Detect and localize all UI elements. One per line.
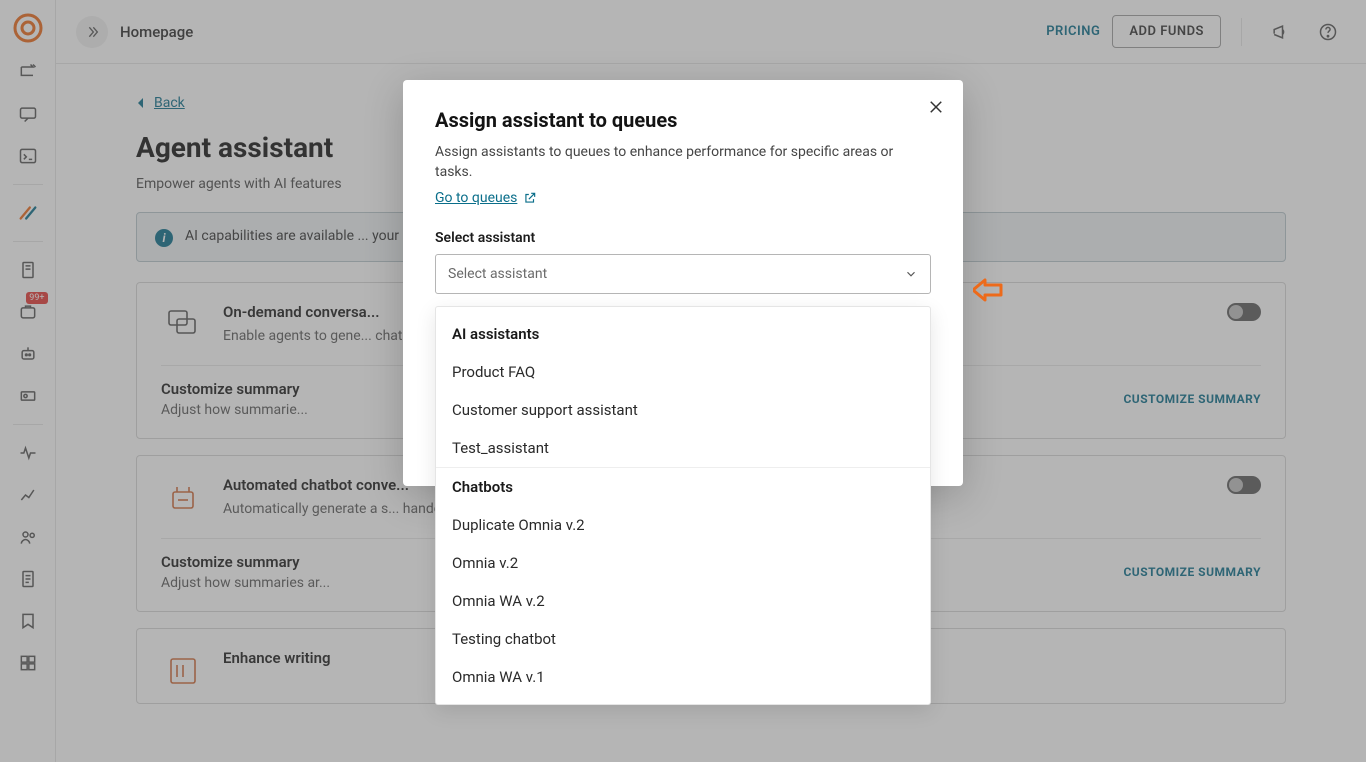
chevron-down-icon [904, 267, 918, 281]
dropdown-option[interactable]: Customer support assistant [436, 391, 930, 429]
dropdown-option[interactable]: Omnia WA v.1 [436, 658, 930, 696]
external-link-icon [523, 191, 537, 205]
select-label: Select assistant [435, 230, 931, 246]
callout-arrow-icon [973, 278, 1003, 302]
dropdown-option[interactable]: Omnia v.2 [436, 544, 930, 582]
dropdown-option[interactable]: Omnia WA v.2 [436, 582, 930, 620]
dropdown-option[interactable]: Test_assistant [436, 429, 930, 467]
close-icon[interactable] [927, 98, 945, 116]
dropdown-option[interactable]: Product FAQ [436, 353, 930, 391]
assistant-dropdown-list: AI assistants Product FAQ Customer suppo… [435, 306, 931, 705]
dropdown-group-chatbots: Chatbots [436, 468, 930, 506]
go-to-queues-link[interactable]: Go to queues [435, 190, 537, 206]
link-label: Go to queues [435, 190, 517, 206]
dropdown-option[interactable]: Duplicate Omnia v.2 [436, 506, 930, 544]
modal-title: Assign assistant to queues [435, 108, 931, 132]
dropdown-group-ai: AI assistants [436, 315, 930, 353]
dropdown-option[interactable]: Testing chatbot [436, 620, 930, 658]
select-placeholder: Select assistant [448, 266, 547, 282]
modal-description: Assign assistants to queues to enhance p… [435, 142, 931, 183]
select-assistant-dropdown[interactable]: Select assistant [435, 254, 931, 294]
